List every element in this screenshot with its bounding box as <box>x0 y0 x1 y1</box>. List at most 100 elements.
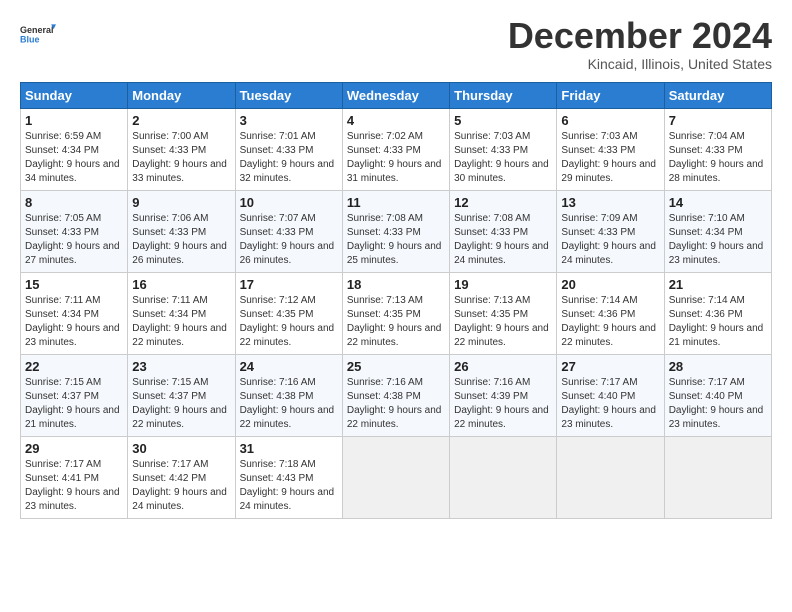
day-number: 11 <box>347 195 445 210</box>
cell-info: Sunrise: 7:07 AM Sunset: 4:33 PM Dayligh… <box>240 212 338 268</box>
weekday-header: Wednesday <box>342 82 449 108</box>
cell-info: Sunrise: 7:14 AM Sunset: 4:36 PM Dayligh… <box>669 294 767 350</box>
cell-info: Sunrise: 7:03 AM Sunset: 4:33 PM Dayligh… <box>561 130 659 186</box>
calendar-cell: 12 Sunrise: 7:08 AM Sunset: 4:33 PM Dayl… <box>450 190 557 272</box>
calendar-cell: 14 Sunrise: 7:10 AM Sunset: 4:34 PM Dayl… <box>664 190 771 272</box>
location: Kincaid, Illinois, United States <box>508 56 772 72</box>
day-number: 21 <box>669 277 767 292</box>
svg-text:General: General <box>20 25 54 35</box>
day-number: 19 <box>454 277 552 292</box>
cell-info: Sunrise: 7:16 AM Sunset: 4:38 PM Dayligh… <box>240 376 338 432</box>
calendar-cell: 8 Sunrise: 7:05 AM Sunset: 4:33 PM Dayli… <box>21 190 128 272</box>
calendar-cell: 17 Sunrise: 7:12 AM Sunset: 4:35 PM Dayl… <box>235 272 342 354</box>
day-number: 1 <box>25 113 123 128</box>
day-number: 22 <box>25 359 123 374</box>
calendar-cell: 30 Sunrise: 7:17 AM Sunset: 4:42 PM Dayl… <box>128 436 235 518</box>
day-number: 3 <box>240 113 338 128</box>
calendar-cell: 27 Sunrise: 7:17 AM Sunset: 4:40 PM Dayl… <box>557 354 664 436</box>
day-number: 10 <box>240 195 338 210</box>
day-number: 17 <box>240 277 338 292</box>
calendar-cell: 4 Sunrise: 7:02 AM Sunset: 4:33 PM Dayli… <box>342 108 449 190</box>
cell-info: Sunrise: 7:13 AM Sunset: 4:35 PM Dayligh… <box>454 294 552 350</box>
day-number: 14 <box>669 195 767 210</box>
day-number: 16 <box>132 277 230 292</box>
day-number: 26 <box>454 359 552 374</box>
calendar-cell: 2 Sunrise: 7:00 AM Sunset: 4:33 PM Dayli… <box>128 108 235 190</box>
calendar-table: SundayMondayTuesdayWednesdayThursdayFrid… <box>20 82 772 519</box>
calendar-cell <box>557 436 664 518</box>
cell-info: Sunrise: 7:04 AM Sunset: 4:33 PM Dayligh… <box>669 130 767 186</box>
cell-info: Sunrise: 7:13 AM Sunset: 4:35 PM Dayligh… <box>347 294 445 350</box>
day-number: 31 <box>240 441 338 456</box>
cell-info: Sunrise: 7:06 AM Sunset: 4:33 PM Dayligh… <box>132 212 230 268</box>
logo-icon: General Blue <box>20 16 56 52</box>
cell-info: Sunrise: 7:17 AM Sunset: 4:42 PM Dayligh… <box>132 458 230 514</box>
cell-info: Sunrise: 7:15 AM Sunset: 4:37 PM Dayligh… <box>132 376 230 432</box>
cell-info: Sunrise: 6:59 AM Sunset: 4:34 PM Dayligh… <box>25 130 123 186</box>
day-number: 6 <box>561 113 659 128</box>
cell-info: Sunrise: 7:11 AM Sunset: 4:34 PM Dayligh… <box>132 294 230 350</box>
day-number: 9 <box>132 195 230 210</box>
day-number: 4 <box>347 113 445 128</box>
cell-info: Sunrise: 7:18 AM Sunset: 4:43 PM Dayligh… <box>240 458 338 514</box>
cell-info: Sunrise: 7:09 AM Sunset: 4:33 PM Dayligh… <box>561 212 659 268</box>
calendar-cell: 26 Sunrise: 7:16 AM Sunset: 4:39 PM Dayl… <box>450 354 557 436</box>
cell-info: Sunrise: 7:03 AM Sunset: 4:33 PM Dayligh… <box>454 130 552 186</box>
calendar-cell <box>664 436 771 518</box>
day-number: 25 <box>347 359 445 374</box>
day-number: 24 <box>240 359 338 374</box>
day-number: 27 <box>561 359 659 374</box>
calendar-cell: 18 Sunrise: 7:13 AM Sunset: 4:35 PM Dayl… <box>342 272 449 354</box>
cell-info: Sunrise: 7:10 AM Sunset: 4:34 PM Dayligh… <box>669 212 767 268</box>
cell-info: Sunrise: 7:17 AM Sunset: 4:41 PM Dayligh… <box>25 458 123 514</box>
day-number: 8 <box>25 195 123 210</box>
calendar-cell <box>342 436 449 518</box>
calendar-cell: 23 Sunrise: 7:15 AM Sunset: 4:37 PM Dayl… <box>128 354 235 436</box>
cell-info: Sunrise: 7:11 AM Sunset: 4:34 PM Dayligh… <box>25 294 123 350</box>
weekday-header: Friday <box>557 82 664 108</box>
cell-info: Sunrise: 7:05 AM Sunset: 4:33 PM Dayligh… <box>25 212 123 268</box>
calendar-cell: 1 Sunrise: 6:59 AM Sunset: 4:34 PM Dayli… <box>21 108 128 190</box>
cell-info: Sunrise: 7:17 AM Sunset: 4:40 PM Dayligh… <box>561 376 659 432</box>
calendar-cell: 13 Sunrise: 7:09 AM Sunset: 4:33 PM Dayl… <box>557 190 664 272</box>
day-number: 23 <box>132 359 230 374</box>
cell-info: Sunrise: 7:00 AM Sunset: 4:33 PM Dayligh… <box>132 130 230 186</box>
cell-info: Sunrise: 7:15 AM Sunset: 4:37 PM Dayligh… <box>25 376 123 432</box>
calendar-cell: 28 Sunrise: 7:17 AM Sunset: 4:40 PM Dayl… <box>664 354 771 436</box>
svg-text:Blue: Blue <box>20 34 40 44</box>
day-number: 12 <box>454 195 552 210</box>
calendar-cell: 7 Sunrise: 7:04 AM Sunset: 4:33 PM Dayli… <box>664 108 771 190</box>
title-block: December 2024 Kincaid, Illinois, United … <box>508 16 772 72</box>
cell-info: Sunrise: 7:08 AM Sunset: 4:33 PM Dayligh… <box>347 212 445 268</box>
day-number: 28 <box>669 359 767 374</box>
calendar-cell: 20 Sunrise: 7:14 AM Sunset: 4:36 PM Dayl… <box>557 272 664 354</box>
calendar-cell: 22 Sunrise: 7:15 AM Sunset: 4:37 PM Dayl… <box>21 354 128 436</box>
calendar-cell: 11 Sunrise: 7:08 AM Sunset: 4:33 PM Dayl… <box>342 190 449 272</box>
calendar-cell: 21 Sunrise: 7:14 AM Sunset: 4:36 PM Dayl… <box>664 272 771 354</box>
calendar-cell <box>450 436 557 518</box>
weekday-header: Monday <box>128 82 235 108</box>
cell-info: Sunrise: 7:08 AM Sunset: 4:33 PM Dayligh… <box>454 212 552 268</box>
calendar-cell: 15 Sunrise: 7:11 AM Sunset: 4:34 PM Dayl… <box>21 272 128 354</box>
weekday-header: Saturday <box>664 82 771 108</box>
cell-info: Sunrise: 7:14 AM Sunset: 4:36 PM Dayligh… <box>561 294 659 350</box>
calendar-cell: 24 Sunrise: 7:16 AM Sunset: 4:38 PM Dayl… <box>235 354 342 436</box>
calendar-cell: 10 Sunrise: 7:07 AM Sunset: 4:33 PM Dayl… <box>235 190 342 272</box>
cell-info: Sunrise: 7:12 AM Sunset: 4:35 PM Dayligh… <box>240 294 338 350</box>
day-number: 2 <box>132 113 230 128</box>
cell-info: Sunrise: 7:16 AM Sunset: 4:39 PM Dayligh… <box>454 376 552 432</box>
calendar-cell: 5 Sunrise: 7:03 AM Sunset: 4:33 PM Dayli… <box>450 108 557 190</box>
weekday-header: Thursday <box>450 82 557 108</box>
day-number: 30 <box>132 441 230 456</box>
day-number: 29 <box>25 441 123 456</box>
calendar-cell: 3 Sunrise: 7:01 AM Sunset: 4:33 PM Dayli… <box>235 108 342 190</box>
calendar-cell: 29 Sunrise: 7:17 AM Sunset: 4:41 PM Dayl… <box>21 436 128 518</box>
cell-info: Sunrise: 7:16 AM Sunset: 4:38 PM Dayligh… <box>347 376 445 432</box>
calendar-cell: 9 Sunrise: 7:06 AM Sunset: 4:33 PM Dayli… <box>128 190 235 272</box>
calendar-cell: 25 Sunrise: 7:16 AM Sunset: 4:38 PM Dayl… <box>342 354 449 436</box>
cell-info: Sunrise: 7:02 AM Sunset: 4:33 PM Dayligh… <box>347 130 445 186</box>
day-number: 20 <box>561 277 659 292</box>
month-title: December 2024 <box>508 16 772 56</box>
day-number: 18 <box>347 277 445 292</box>
cell-info: Sunrise: 7:17 AM Sunset: 4:40 PM Dayligh… <box>669 376 767 432</box>
